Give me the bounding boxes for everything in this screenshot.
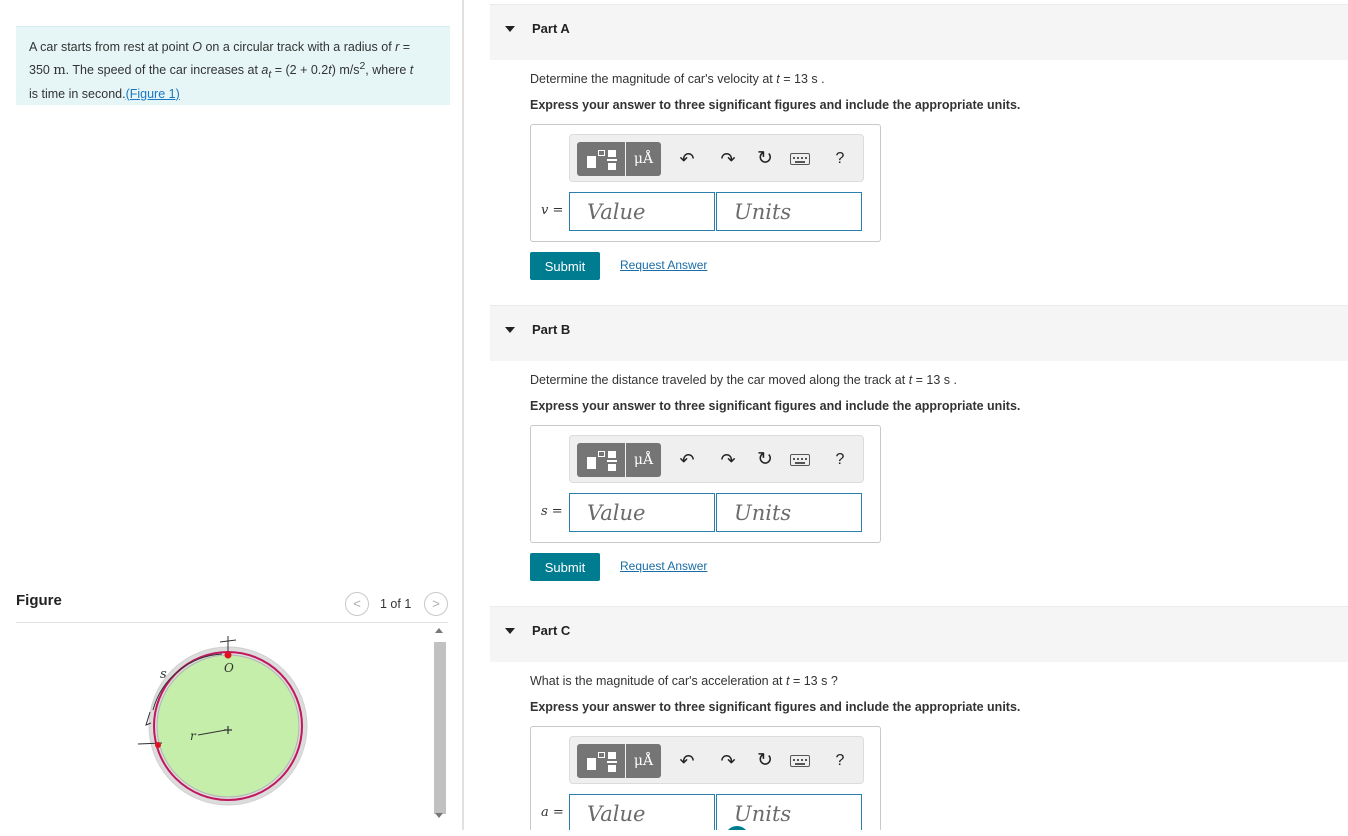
problem-text: A car starts from rest at point (29, 40, 193, 54)
collapse-caret-icon[interactable] (505, 327, 515, 333)
part-title: Part A (532, 21, 570, 36)
scroll-up-icon[interactable] (435, 628, 443, 633)
equals: = (547, 504, 563, 519)
equals: = (548, 805, 564, 820)
variable-label: a = (541, 805, 564, 820)
value-input[interactable] (569, 493, 715, 532)
problem-text: , where (365, 63, 410, 78)
reset-icon[interactable]: ↻ (753, 147, 777, 171)
math-toolbar: μÅ ↶ ↷ ↻ ? (569, 435, 864, 483)
part-b-header[interactable]: Part B (490, 305, 1348, 361)
question-text: What is the magnitude of car's accelerat… (530, 674, 786, 688)
problem-text: ) m/s (331, 63, 360, 78)
question-text: = 13 s . (912, 373, 957, 387)
arc-s-label: s (160, 667, 167, 682)
part-b-instruction: Express your answer to three significant… (530, 399, 1021, 413)
question-text: Determine the distance traveled by the c… (530, 373, 909, 387)
undo-icon[interactable]: ↶ (675, 448, 699, 472)
equals: = (548, 203, 564, 218)
part-b-question: Determine the distance traveled by the c… (530, 373, 957, 387)
question-text: = 13 s . (779, 72, 825, 86)
part-c-instruction: Express your answer to three significant… (530, 700, 1021, 714)
start-point-marker (224, 651, 232, 659)
keyboard-icon[interactable] (790, 454, 810, 466)
car-position-marker (155, 742, 161, 748)
request-answer-link[interactable]: Request Answer (620, 258, 707, 272)
problem-text: is time in second. (29, 86, 126, 101)
keyboard-icon[interactable] (790, 755, 810, 767)
undo-icon[interactable]: ↶ (675, 749, 699, 773)
collapse-caret-icon[interactable] (505, 26, 515, 32)
part-a-question: Determine the magnitude of car's velocit… (530, 72, 825, 86)
figure-scrollbar[interactable] (431, 626, 449, 820)
units-input[interactable] (716, 192, 862, 231)
part-a-header[interactable]: Part A (490, 4, 1348, 60)
part-c-header[interactable]: Part C (490, 606, 1348, 662)
submit-button[interactable]: Submit (530, 252, 600, 280)
time-var: t (409, 63, 414, 78)
templates-button[interactable] (577, 142, 625, 176)
point-o-label: O (224, 661, 234, 675)
part-a-answer-box: μÅ ↶ ↷ ↻ ? v = (530, 124, 881, 242)
redo-icon[interactable]: ↷ (716, 448, 740, 472)
question-text: = 13 s ? (789, 674, 838, 688)
part-title: Part B (532, 322, 571, 337)
redo-icon[interactable]: ↷ (716, 147, 740, 171)
symbols-button[interactable]: μÅ (626, 142, 661, 176)
symbols-button[interactable]: μÅ (626, 744, 661, 778)
value-input[interactable] (569, 192, 715, 231)
part-b-answer-box: μÅ ↶ ↷ ↻ ? s = (530, 425, 881, 543)
problem-text: on a circular track with a radius of (202, 40, 396, 54)
scroll-down-icon[interactable] (435, 813, 443, 818)
problem-text: . The speed of the car increases at (65, 63, 262, 78)
variable-symbol: a (541, 805, 549, 820)
figure-next-button[interactable]: > (424, 592, 448, 616)
circular-track-figure: r O s (137, 636, 308, 806)
part-c-answer-box: μÅ ↶ ↷ ↻ ? a = (530, 726, 881, 830)
parts-panel: Part A Determine the magnitude of car's … (464, 0, 1348, 830)
units-input[interactable] (716, 493, 862, 532)
redo-icon[interactable]: ↷ (716, 749, 740, 773)
symbols-button[interactable]: μÅ (626, 443, 661, 477)
math-toolbar: μÅ ↶ ↷ ↻ ? (569, 736, 864, 784)
variable-label: s = (541, 504, 563, 519)
scroll-thumb[interactable] (434, 642, 446, 814)
variable-symbol: s (541, 504, 548, 519)
collapse-caret-icon[interactable] (505, 628, 515, 634)
point-o-var: O (192, 40, 202, 54)
help-icon[interactable]: ? (828, 448, 852, 472)
radius-unit: m (53, 63, 66, 79)
radius-value: 350 (29, 63, 50, 78)
problem-statement: A car starts from rest at point O on a c… (16, 26, 450, 105)
math-toolbar: μÅ ↶ ↷ ↻ ? (569, 134, 864, 182)
templates-button[interactable] (577, 443, 625, 477)
undo-icon[interactable]: ↶ (675, 147, 699, 171)
part-c-question: What is the magnitude of car's accelerat… (530, 674, 838, 688)
units-input[interactable] (716, 794, 862, 830)
figure-header: Figure < 1 of 1 > (16, 590, 450, 622)
figure-counter: 1 of 1 (380, 597, 412, 611)
problem-panel: A car starts from rest at point O on a c… (0, 0, 463, 836)
problem-text: = (2 + 0.2 (271, 63, 329, 78)
figure-divider (16, 622, 448, 623)
templates-button[interactable] (577, 744, 625, 778)
figure-prev-button[interactable]: < (345, 592, 369, 616)
reset-icon[interactable]: ↻ (753, 448, 777, 472)
reset-icon[interactable]: ↻ (753, 749, 777, 773)
part-a-instruction: Express your answer to three significant… (530, 98, 1021, 112)
help-icon[interactable]: ? (828, 749, 852, 773)
part-title: Part C (532, 623, 571, 638)
variable-label: v = (541, 203, 563, 218)
value-input[interactable] (569, 794, 715, 830)
submit-button[interactable]: Submit (530, 553, 600, 581)
help-icon[interactable]: ? (828, 147, 852, 171)
keyboard-icon[interactable] (790, 153, 810, 165)
figure-link[interactable]: (Figure 1) (126, 87, 180, 101)
request-answer-link[interactable]: Request Answer (620, 559, 707, 573)
equals: = (399, 40, 411, 54)
question-text: Determine the magnitude of car's velocit… (530, 72, 777, 86)
figure-title: Figure (16, 592, 62, 609)
